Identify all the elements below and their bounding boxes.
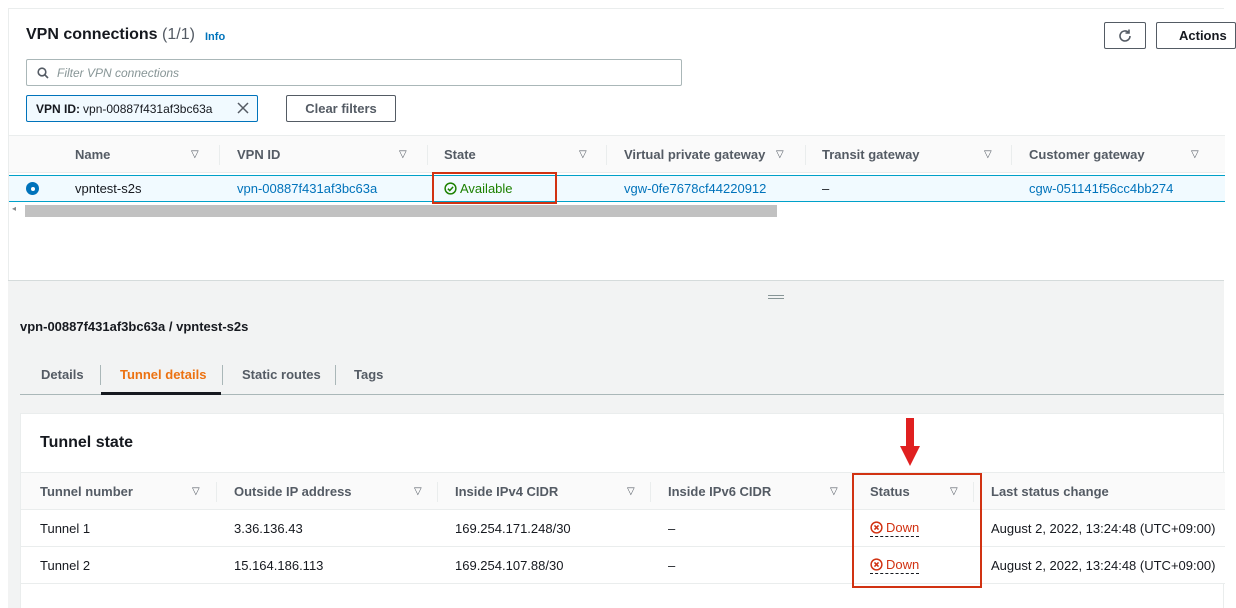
title-count: (1/1)	[162, 26, 195, 43]
vpn-table-header: Name ▽ VPN ID ▽ State ▽ Virtual private gat…	[9, 135, 1225, 173]
col-cgw[interactable]: Customer gateway ▽	[1029, 136, 1199, 173]
col-inside-ipv6[interactable]: Inside IPv6 CIDR ▽	[668, 473, 838, 510]
column-divider	[437, 482, 438, 502]
arrow-down-icon	[900, 418, 920, 466]
col-tunnel-number[interactable]: Tunnel number ▽	[40, 473, 200, 510]
column-divider	[650, 482, 651, 502]
scrollbar-thumb[interactable]	[25, 205, 777, 217]
tunnel-number: Tunnel 2	[40, 558, 91, 573]
col-label: Inside IPv4 CIDR	[455, 484, 559, 499]
col-label: Tunnel number	[40, 484, 133, 499]
tab-divider	[100, 365, 101, 385]
row-tgw: –	[822, 181, 830, 196]
horizontal-scrollbar[interactable]: ◂	[9, 204, 1225, 218]
sort-icon[interactable]: ▽	[776, 149, 784, 160]
column-divider	[1011, 145, 1012, 165]
sort-icon[interactable]: ▽	[627, 486, 635, 497]
tab-bar: Details Tunnel details Static routes Tag…	[20, 353, 1224, 395]
sort-icon[interactable]: ▽	[192, 486, 200, 497]
card-title: Tunnel state	[40, 434, 134, 451]
column-divider	[805, 145, 806, 165]
token-key: VPN ID:	[36, 101, 81, 116]
tab-details[interactable]: Details	[41, 353, 84, 395]
tunnel-table-header: Tunnel number ▽ Outside IP address ▽ Insid…	[21, 472, 1225, 510]
sort-icon[interactable]: ▽	[191, 149, 199, 160]
tab-static-routes[interactable]: Static routes	[242, 353, 321, 395]
col-vgw-label: Virtual private gateway	[624, 147, 766, 162]
tab-divider	[222, 365, 223, 385]
col-state[interactable]: State ▽	[444, 136, 587, 173]
actions-button[interactable]: Actions	[1156, 22, 1236, 49]
highlight-box	[432, 172, 557, 204]
col-cgw-label: Customer gateway	[1029, 147, 1145, 162]
info-link[interactable]: Info	[205, 31, 225, 43]
col-inside-ipv4[interactable]: Inside IPv4 CIDR ▽	[455, 473, 635, 510]
col-last-status-change[interactable]: Last status change	[991, 473, 1109, 510]
col-name-label: Name	[75, 147, 111, 162]
filter-input[interactable]	[57, 65, 657, 80]
scroll-left-icon[interactable]: ◂	[12, 204, 16, 213]
sort-icon[interactable]: ▽	[984, 149, 992, 160]
sort-icon[interactable]: ▽	[830, 486, 838, 497]
active-tab-indicator	[101, 392, 221, 395]
tab-divider	[335, 365, 336, 385]
tunnel-number: Tunnel 1	[40, 521, 91, 536]
col-vpnid-label: VPN ID	[237, 147, 281, 162]
last-status-change: August 2, 2022, 13:24:48 (UTC+09:00)	[991, 558, 1216, 573]
row-vgw-link[interactable]: vgw-0fe7678cf44220912	[624, 176, 766, 201]
col-vgw[interactable]: Virtual private gateway ▽	[624, 136, 784, 173]
column-divider	[216, 482, 217, 502]
sort-icon[interactable]: ▽	[1191, 149, 1199, 160]
inside-ipv6: –	[668, 521, 676, 536]
column-divider	[427, 145, 428, 165]
table-row: Tunnel 1 3.36.136.43 169.254.171.248/30 …	[21, 510, 1225, 547]
row-vpn-id-link[interactable]: vpn-00887f431af3bc63a	[237, 176, 377, 201]
filter-token: VPN ID: vpn-00887f431af3bc63a	[26, 95, 258, 122]
outside-ip: 15.164.186.113	[234, 558, 324, 573]
outside-ip: 3.36.136.43	[234, 521, 303, 536]
sort-icon[interactable]: ▽	[579, 149, 587, 160]
sort-icon[interactable]: ▽	[414, 486, 422, 497]
token-value: vpn-00887f431af3bc63a	[83, 101, 213, 116]
column-divider	[606, 145, 607, 165]
table-row[interactable]: vpntest-s2s vpn-00887f431af3bc63a Availa…	[9, 175, 1225, 202]
row-name: vpntest-s2s	[75, 181, 142, 196]
col-tgw[interactable]: Transit gateway ▽	[822, 136, 992, 173]
remove-filter-icon[interactable]	[236, 101, 250, 118]
sort-icon[interactable]: ▽	[399, 149, 407, 160]
col-state-label: State	[444, 147, 476, 162]
col-tgw-label: Transit gateway	[822, 147, 920, 162]
last-status-change: August 2, 2022, 13:24:48 (UTC+09:00)	[991, 521, 1216, 536]
inside-ipv6: –	[668, 558, 676, 573]
vpn-connections-panel: VPN connections (1/1) Info Actions VPN I…	[8, 8, 1236, 280]
col-vpn-id[interactable]: VPN ID ▽	[237, 136, 407, 173]
col-name[interactable]: Name ▽	[75, 136, 199, 173]
refresh-button[interactable]	[1104, 22, 1146, 49]
inside-ipv4: 169.254.107.88/30	[455, 558, 564, 573]
col-label: Outside IP address	[234, 484, 352, 499]
inside-ipv4: 169.254.171.248/30	[455, 521, 571, 536]
row-cgw-link[interactable]: cgw-051141f56cc4bb274	[1029, 176, 1173, 201]
col-outside-ip[interactable]: Outside IP address ▽	[234, 473, 422, 510]
tab-tags[interactable]: Tags	[354, 353, 383, 395]
filter-bar[interactable]	[26, 59, 682, 86]
search-icon	[37, 66, 49, 79]
row-radio[interactable]	[26, 182, 39, 195]
tab-tunnel-details[interactable]: Tunnel details	[120, 353, 206, 395]
column-divider	[219, 145, 220, 165]
table-row: Tunnel 2 15.164.186.113 169.254.107.88/3…	[21, 547, 1225, 584]
split-panel-title: vpn-00887f431af3bc63a / vpntest-s2s	[20, 319, 249, 334]
clear-filters-button[interactable]: Clear filters	[286, 95, 396, 122]
tunnel-state-card: Tunnel state Tunnel number ▽ Outside IP a…	[20, 413, 1225, 608]
split-panel: vpn-00887f431af3bc63a / vpntest-s2s Deta…	[8, 280, 1225, 608]
col-label: Last status change	[991, 484, 1109, 499]
page-title: VPN connections (1/1)	[26, 26, 195, 44]
col-label: Inside IPv6 CIDR	[668, 484, 772, 499]
refresh-icon	[1119, 29, 1131, 42]
status-highlight-box	[852, 473, 982, 588]
title-text: VPN connections	[26, 26, 158, 43]
resize-handle-icon[interactable]	[768, 295, 784, 301]
